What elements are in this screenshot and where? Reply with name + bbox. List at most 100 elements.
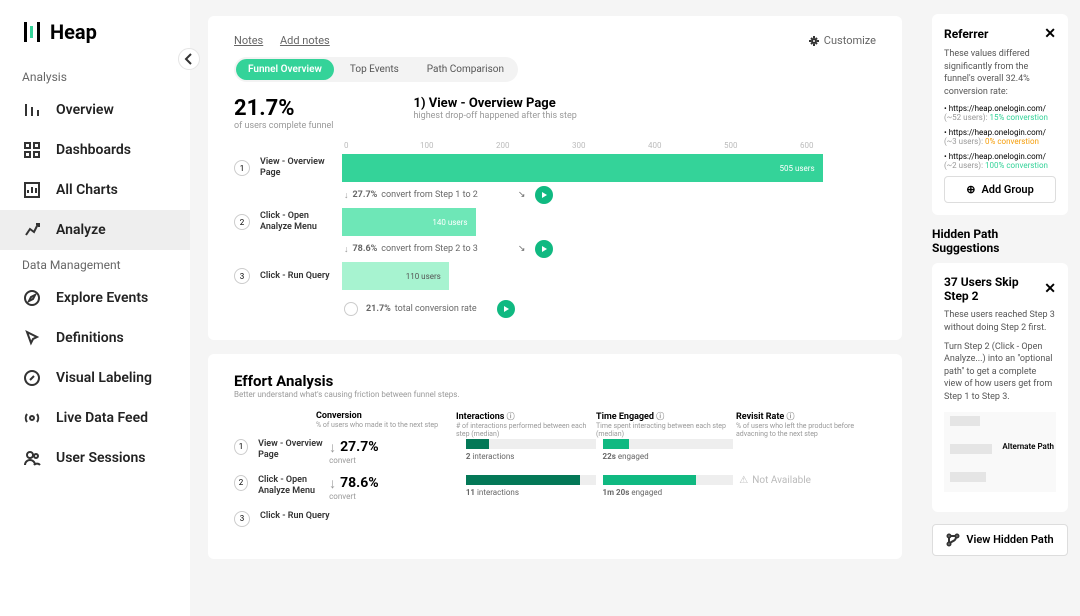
conversion-between-1-2: ↓ 27.7% convert from Step 1 to 2 ↘ [344,186,876,204]
path-diagram: Alternate Path [944,412,1056,492]
view-tabs: Funnel Overview Top Events Path Comparis… [234,57,518,82]
effort-analysis-card: Effort Analysis Better understand what's… [208,354,902,559]
play-button[interactable] [497,300,515,318]
step-label: View - Overview Page [258,439,329,461]
step-label: Click - Open Analyze Menu [258,475,329,497]
dropoff-step-title: 1) View - Overview Page [414,96,577,111]
analyze-icon [22,220,42,240]
conv-value: 27.7% [340,439,379,455]
between-text: convert from Step 1 to 2 [381,190,478,200]
main-content: Notes Add notes Customize Funnel Overvie… [190,0,920,616]
referrer-card: Referrer ✕ These values differed signifi… [932,14,1068,215]
sidebar-item-overview[interactable]: Overview [0,90,190,130]
dropoff-arrow-icon: ↘ [518,244,526,254]
funnel-bar[interactable]: 140 users [342,208,476,236]
conversion-pct: 21.7% [234,96,334,121]
time-bar [603,439,733,449]
effort-row-3: 3 Click - Run Query [234,511,876,527]
sidebar-item-analyze[interactable]: Analyze [0,210,190,250]
hidden-path-heading: Hidden Path Suggestions [932,227,1068,255]
conversion-sub: of users complete funnel [234,121,334,131]
info-icon[interactable]: ⓘ [507,412,515,421]
effort-title: Effort Analysis [234,372,876,390]
sidebar-item-visual-labeling[interactable]: Visual Labeling [0,358,190,398]
sidebar-item-explore-events[interactable]: Explore Events [0,278,190,318]
branch-icon [946,533,960,547]
hidden-path-card: 37 Users Skip Step 2 ✕ These users reach… [932,263,1068,511]
right-panel: Referrer ✕ These values differed signifi… [920,0,1080,616]
play-button[interactable] [535,240,553,258]
customize-label: Customize [824,34,876,47]
between-pct: 78.6% [353,244,378,254]
view-hidden-path-button[interactable]: View Hidden Path [932,524,1068,556]
play-button[interactable] [535,186,553,204]
circle-icon [344,302,358,316]
referrer-item: • https://heap.onelogin.com/(~52 users):… [944,104,1056,122]
step-label: Click - Run Query [260,271,342,282]
section-label-analysis: Analysis [0,62,190,90]
nav-label: User Sessions [56,450,146,466]
users-icon [22,448,42,468]
col-conversion: Conversion% of users who made it to the … [316,411,456,429]
funnel-bar[interactable]: 505 users [342,154,823,182]
info-icon[interactable]: ⓘ [656,412,664,421]
step-number: 2 [234,475,248,491]
dashboards-icon [22,140,42,160]
hidden-text: Turn Step 2 (Click - Open Analyze...) in… [944,341,1056,404]
broadcast-icon [22,408,42,428]
add-group-button[interactable]: ⊕ Add Group [944,176,1056,203]
close-icon[interactable]: ✕ [1044,26,1056,42]
chevron-left-icon [180,50,198,68]
step-number: 1 [234,439,248,455]
add-notes-link[interactable]: Add notes [280,34,330,47]
referrer-item: • https://heap.onelogin.com/(~3 users): … [944,128,1056,146]
step-label: Click - Open Analyze Menu [260,211,342,233]
funnel-bar[interactable]: 110 users [342,262,449,290]
customize-button[interactable]: Customize [808,34,876,47]
sidebar-item-live-data-feed[interactable]: Live Data Feed [0,398,190,438]
heap-logo-icon [22,22,42,42]
tab-path-comparison[interactable]: Path Comparison [415,59,516,80]
col-time: Time Engaged ⓘTime spent interacting bet… [596,411,736,439]
between-pct: 27.7% [353,190,378,200]
dropoff-arrow-icon: ↘ [518,190,526,200]
nav-label: Explore Events [56,290,148,306]
close-icon[interactable]: ✕ [1044,281,1056,297]
referrer-title: Referrer [944,27,988,41]
not-available: ⚠ Not Available [739,475,876,486]
notes-link[interactable]: Notes [234,34,263,47]
tab-top-events[interactable]: Top Events [338,59,411,80]
between-text: convert from Step 2 to 3 [381,244,478,254]
arrow-down-icon: ↓ [344,244,349,255]
time-value: 22s [603,452,616,461]
sidebar-item-all-charts[interactable]: All Charts [0,170,190,210]
hidden-title: 37 Users Skip Step 2 [944,275,1044,303]
time-value: 1m 20s [603,488,630,497]
tab-funnel-overview[interactable]: Funnel Overview [236,59,334,80]
hidden-text: These users reached Step 3 without doing… [944,309,1056,334]
sidebar-item-definitions[interactable]: Definitions [0,318,190,358]
nav-label: Definitions [56,330,124,346]
effort-sub: Better understand what's causing frictio… [234,390,876,399]
inter-value: 2 [466,452,471,461]
interactions-bar [466,475,596,485]
nav-label: Live Data Feed [56,410,148,426]
collapse-sidebar-button[interactable] [178,48,200,70]
step-number: 2 [234,214,250,230]
logo: Heap [0,20,190,62]
step-number: 3 [234,268,250,284]
conv-value: 78.6% [340,475,379,491]
time-bar [603,475,733,485]
pencil-icon [22,368,42,388]
info-icon[interactable]: ⓘ [787,412,795,421]
conversion-between-2-3: ↓ 78.6% convert from Step 2 to 3 ↘ [344,240,876,258]
view-hidden-path-label: View Hidden Path [966,533,1053,546]
col-revisit: Revisit Rate ⓘ% of users who left the pr… [736,411,876,439]
col-interactions: Interactions ⓘ# of interactions performe… [456,411,596,439]
section-label-data: Data Management [0,250,190,278]
sidebar-item-dashboards[interactable]: Dashboards [0,130,190,170]
nav-label: Dashboards [56,142,131,158]
nav-label: Visual Labeling [56,370,152,386]
cursor-icon [22,328,42,348]
sidebar-item-user-sessions[interactable]: User Sessions [0,438,190,478]
